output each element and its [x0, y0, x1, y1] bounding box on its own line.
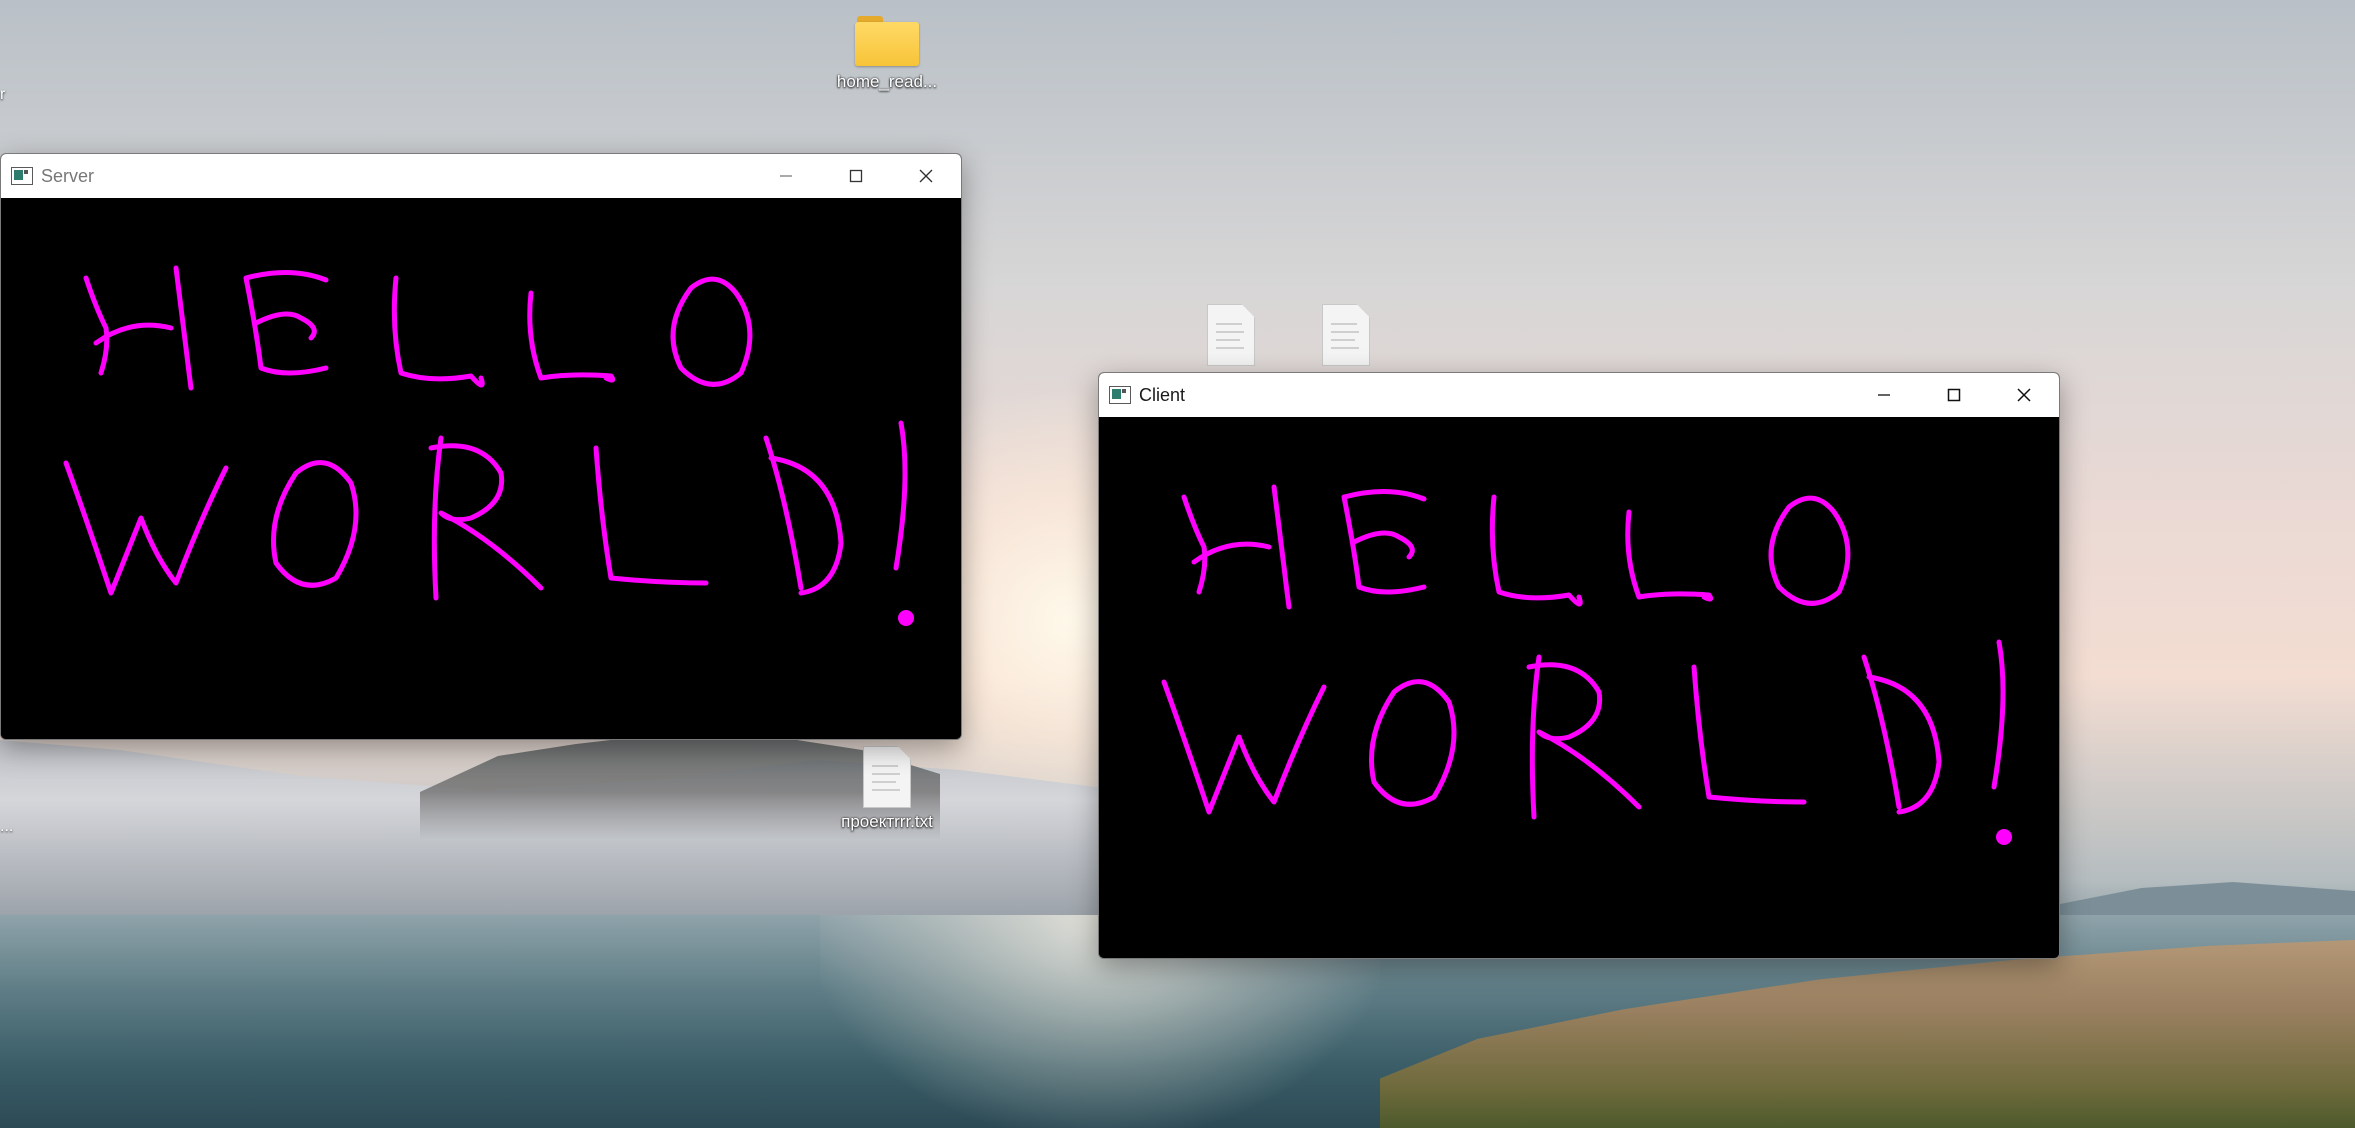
- hello-world-drawing: [63, 265, 914, 626]
- app-window-icon: [11, 167, 33, 185]
- desktop-icon-label: проектrrr.txt: [841, 812, 933, 831]
- maximize-icon: [1947, 388, 1961, 402]
- window-controls: [1849, 373, 2059, 417]
- window-title: Client: [1139, 384, 1186, 405]
- text-file-icon: [863, 746, 911, 808]
- desktop: r ... home_read... проектrrr.txt Server …: [0, 0, 2355, 1128]
- maximize-button[interactable]: [821, 154, 891, 198]
- desktop-text-file[interactable]: [1286, 304, 1406, 370]
- hello-world-drawing: [1161, 484, 2012, 845]
- client-titlebar[interactable]: Client: [1099, 373, 2059, 417]
- close-button[interactable]: [1989, 373, 2059, 417]
- desktop-text-file[interactable]: [1171, 304, 1291, 370]
- app-window-icon: [1109, 386, 1131, 404]
- client-window[interactable]: Client: [1098, 372, 2060, 959]
- folder-icon: [855, 14, 919, 68]
- server-drawing-canvas[interactable]: [1, 198, 961, 739]
- window-controls: [751, 154, 961, 198]
- minimize-icon: [780, 175, 792, 177]
- maximize-button[interactable]: [1919, 373, 1989, 417]
- minimize-button[interactable]: [1849, 373, 1919, 417]
- close-button[interactable]: [891, 154, 961, 198]
- close-icon: [2017, 388, 2031, 402]
- desktop-icon-label: home_read...: [836, 72, 938, 91]
- server-titlebar[interactable]: Server: [1, 154, 961, 198]
- close-icon: [919, 169, 933, 183]
- cutoff-icon-label[interactable]: r: [0, 86, 5, 104]
- maximize-icon: [849, 169, 863, 183]
- minimize-icon: [1878, 394, 1890, 396]
- server-window[interactable]: Server: [0, 153, 962, 740]
- desktop-text-file-proekt[interactable]: проектrrr.txt: [827, 746, 947, 832]
- cutoff-icon-label[interactable]: ...: [0, 818, 13, 836]
- window-title: Server: [41, 165, 95, 186]
- desktop-folder-home-read[interactable]: home_read...: [827, 14, 947, 92]
- text-file-icon: [1322, 304, 1370, 366]
- minimize-button[interactable]: [751, 154, 821, 198]
- client-drawing-canvas[interactable]: [1099, 417, 2059, 958]
- text-file-icon: [1207, 304, 1255, 366]
